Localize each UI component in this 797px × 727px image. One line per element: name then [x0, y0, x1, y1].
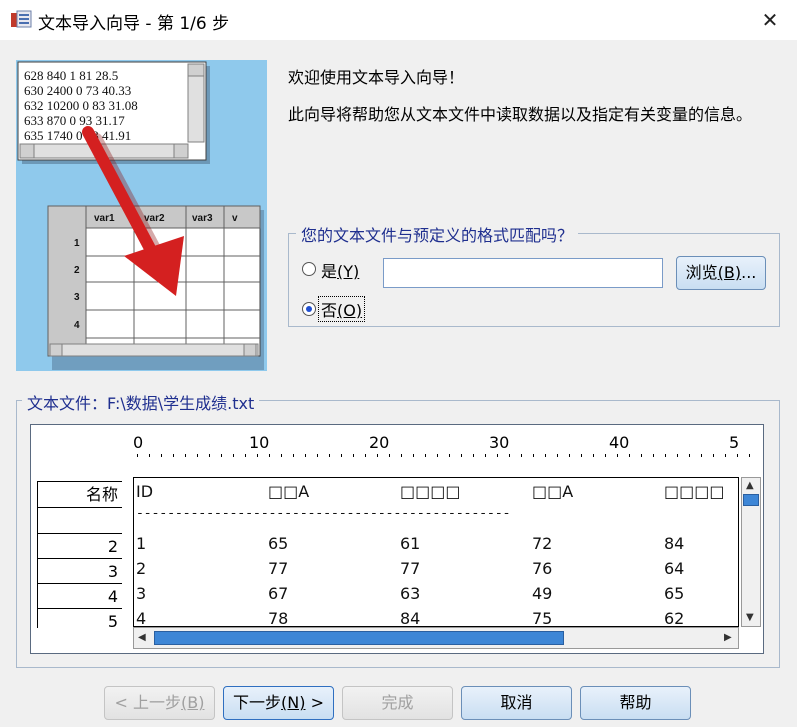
next-button[interactable]: 下一步(N) > [223, 686, 334, 720]
file-preview-panel: 0 10 20 30 40 5 名称 2 3 4 5 ID □□A □□□□ □… [30, 424, 764, 654]
row-number: 4 [37, 583, 122, 608]
data-cell: 65 [664, 584, 685, 603]
illustration-graphic: 628 840 1 81 28.5 630 2400 0 73 40.33 63… [17, 61, 264, 370]
ruler-mark: 0 [133, 433, 144, 452]
window-title: 文本导入向导 - 第 1/6 步 [38, 14, 230, 34]
finish-button[interactable]: 完成 [342, 686, 453, 720]
back-button[interactable]: < 上一步(B) [104, 686, 215, 720]
separator-line: ----------------------------------------… [136, 506, 511, 521]
browse-key: (B) [717, 263, 742, 282]
row-number: 5 [37, 608, 122, 628]
header-cell: □□□□ [664, 482, 725, 501]
welcome-title: 欢迎使用文本导入向导！ [288, 68, 465, 87]
scroll-down-icon[interactable]: ▼ [746, 612, 754, 623]
row-number: 3 [37, 558, 122, 583]
data-cell: 64 [664, 559, 685, 578]
column-ruler: 0 10 20 30 40 5 [31, 425, 763, 473]
data-cell: 84 [664, 534, 685, 553]
wizard-illustration: 628 840 1 81 28.5 630 2400 0 73 40.33 63… [16, 60, 267, 371]
sample-line: 635 1740 0 83 41.91 [24, 128, 131, 143]
horizontal-scrollbar[interactable]: ◀ ▶ [133, 627, 739, 649]
browse-suffix: ... [741, 263, 757, 282]
sample-line: 628 840 1 81 28.5 [24, 68, 118, 83]
title-bar: 文本导入向导 - 第 1/6 步 ✕ [0, 0, 797, 40]
grid-col-label: var1 [94, 213, 115, 224]
scroll-left-icon[interactable]: ◀ [138, 632, 146, 643]
ruler-mark: 30 [489, 433, 510, 452]
file-data-grid[interactable]: ID □□A □□□□ □□A □□□□ -------------------… [133, 477, 739, 627]
data-cell: 75 [532, 609, 553, 627]
scroll-up-icon[interactable]: ▲ [746, 480, 754, 491]
row-header-title: 名称 [37, 481, 122, 507]
row-header-blank [37, 507, 122, 533]
cancel-button[interactable]: 取消 [461, 686, 572, 720]
data-cell: 77 [268, 559, 289, 578]
grid-row-label: 2 [74, 265, 80, 276]
ruler-ticks [137, 454, 757, 457]
no-radio-label[interactable]: 否(O) [318, 296, 366, 322]
data-cell: 1 [136, 534, 147, 553]
data-cell: 78 [268, 609, 289, 627]
next-label: 下一步 [233, 693, 282, 712]
yes-label-text: 是 [321, 262, 338, 281]
ruler-mark: 40 [609, 433, 630, 452]
data-cell: 77 [400, 559, 421, 578]
no-label-text: 否 [321, 301, 338, 320]
back-label: < 上一步 [114, 693, 182, 712]
app-icon [11, 10, 32, 28]
yes-key: (Y) [337, 262, 360, 281]
header-cell: ID [136, 482, 154, 501]
data-cell: 62 [664, 609, 685, 627]
no-key: (O) [337, 301, 363, 320]
vertical-scrollbar[interactable]: ▲ ▼ [741, 477, 761, 627]
sample-line: 633 870 0 93 31.17 [24, 113, 125, 128]
ruler-mark: 10 [249, 433, 270, 452]
header-cell: □□A [532, 482, 574, 501]
predefined-file-input[interactable] [383, 258, 663, 288]
data-cell: 67 [268, 584, 289, 603]
header-cell: □□A [268, 482, 310, 501]
horizontal-scroll-thumb[interactable] [154, 631, 564, 645]
data-cell: 49 [532, 584, 553, 603]
ruler-mark: 5 [729, 433, 740, 452]
data-cell: 63 [400, 584, 421, 603]
grid-row-label: 3 [74, 292, 80, 303]
data-cell: 61 [400, 534, 421, 553]
data-cell: 76 [532, 559, 553, 578]
scroll-right-icon[interactable]: ▶ [724, 632, 732, 643]
grid-row-label: 4 [74, 320, 80, 331]
no-radio[interactable] [302, 302, 316, 316]
text-file-legend: 文本文件：F:\数据\学生成绩.txt [22, 390, 260, 414]
close-button[interactable]: ✕ [753, 4, 787, 36]
back-key: (B) [181, 693, 205, 712]
data-cell: 4 [136, 609, 147, 627]
next-suffix: > [305, 693, 324, 712]
text-file-label: 文本文件： [27, 394, 108, 413]
welcome-description: 此向导将帮助您从文本文件中读取数据以及指定有关变量的信息。 [288, 105, 753, 124]
row-number: 2 [37, 533, 122, 558]
header-cell: □□□□ [400, 482, 461, 501]
text-file-path: F:\数据\学生成绩.txt [107, 394, 255, 413]
data-cell: 72 [532, 534, 553, 553]
next-key: (N) [281, 693, 306, 712]
yes-radio-label[interactable]: 是(Y) [321, 258, 359, 282]
browse-label: 浏览 [685, 263, 718, 282]
grid-col-label: v [232, 213, 238, 224]
data-cell: 3 [136, 584, 147, 603]
browse-button[interactable]: 浏览(B)... [676, 256, 766, 290]
sample-line: 632 10200 0 83 31.08 [24, 98, 138, 113]
data-cell: 84 [400, 609, 421, 627]
help-button[interactable]: 帮助 [580, 686, 691, 720]
data-cell: 2 [136, 559, 147, 578]
grid-row-label: 1 [74, 238, 80, 249]
yes-radio[interactable] [302, 262, 316, 276]
grid-col-label: var3 [192, 213, 213, 224]
sample-line: 630 2400 0 73 40.33 [24, 83, 131, 98]
ruler-mark: 20 [369, 433, 390, 452]
data-cell: 65 [268, 534, 289, 553]
predefined-format-legend: 您的文本文件与预定义的格式匹配吗？ [296, 222, 579, 246]
vertical-scroll-thumb[interactable] [743, 494, 759, 506]
